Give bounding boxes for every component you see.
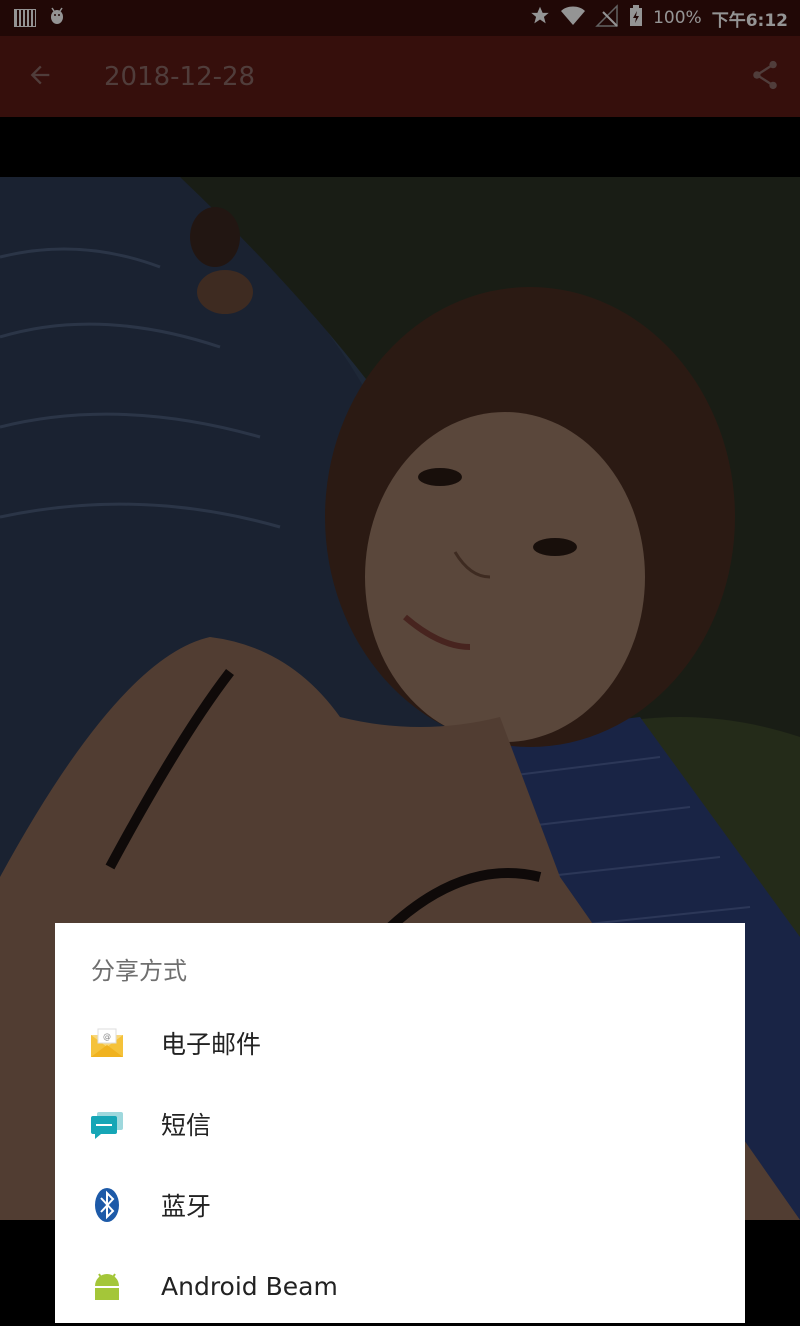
share-sheet: 分享方式 @ 电子邮件 短信 蓝牙 Android Beam <box>55 923 745 1323</box>
share-item-label: Android Beam <box>161 1271 338 1301</box>
android-icon <box>89 1268 125 1304</box>
svg-text:@: @ <box>103 1032 111 1041</box>
share-item-sms[interactable]: 短信 <box>55 1084 745 1164</box>
share-item-label: 电子邮件 <box>161 1030 262 1059</box>
sms-icon <box>89 1106 125 1142</box>
share-item-bluetooth[interactable]: 蓝牙 <box>55 1165 745 1245</box>
email-icon: @ <box>89 1025 125 1061</box>
share-item-label: 蓝牙 <box>161 1192 212 1221</box>
share-item-android-beam[interactable]: Android Beam <box>55 1246 745 1326</box>
share-item-email[interactable]: @ 电子邮件 <box>55 1003 745 1083</box>
bluetooth-icon <box>89 1187 125 1223</box>
share-sheet-title: 分享方式 <box>91 957 187 985</box>
share-item-label: 短信 <box>161 1111 212 1140</box>
